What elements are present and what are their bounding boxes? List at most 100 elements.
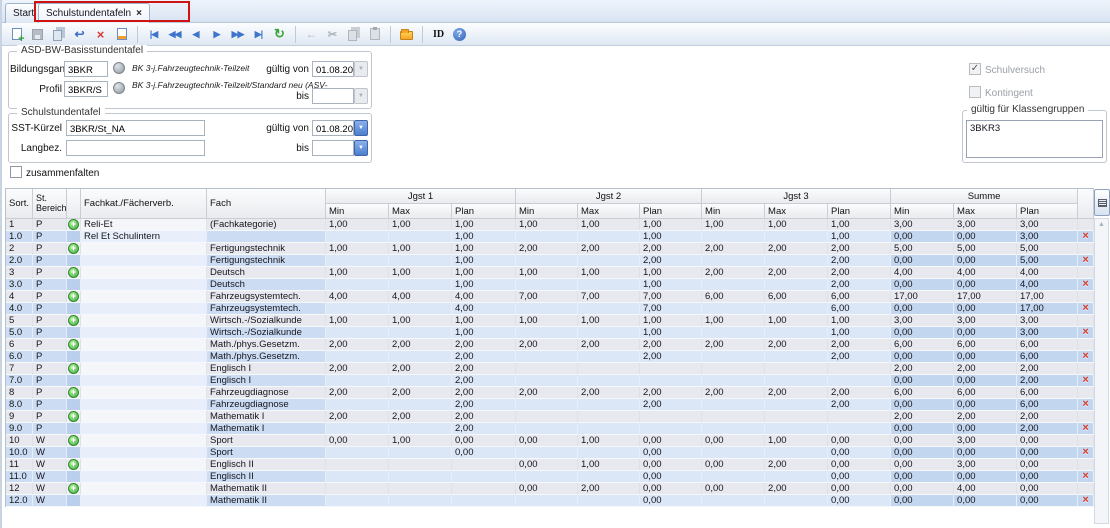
cell-value[interactable]: 2,00	[326, 411, 389, 423]
cell-sort[interactable]: 10.0	[6, 447, 33, 459]
cell-value[interactable]: 0,00	[1017, 435, 1078, 447]
cell-fachkat[interactable]	[81, 339, 207, 351]
cell-fachkat[interactable]	[81, 291, 207, 303]
cell-value[interactable]: 5,00	[954, 243, 1017, 255]
cell-value[interactable]	[702, 399, 765, 411]
cell-value[interactable]: 0,00	[891, 483, 954, 495]
refresh-button[interactable]: ↻	[269, 24, 290, 44]
cell-value[interactable]: 6,00	[954, 339, 1017, 351]
cell-value[interactable]: 2,00	[389, 363, 452, 375]
cell-value[interactable]: 1,00	[828, 231, 891, 243]
delete-row-icon[interactable]: ×	[1082, 327, 1088, 338]
cell-value[interactable]: 0,00	[954, 447, 1017, 459]
cell-value[interactable]: 0,00	[954, 255, 1017, 267]
tab-close-icon[interactable]: ×	[136, 8, 142, 19]
cell-value[interactable]: 1,00	[389, 219, 452, 231]
cell-value[interactable]	[452, 459, 516, 471]
cell-fachkat[interactable]	[81, 423, 207, 435]
cell-bereich[interactable]: W	[33, 447, 67, 459]
add-subject-icon[interactable]: +	[68, 363, 79, 374]
cell-value[interactable]	[702, 351, 765, 363]
cell-value[interactable]	[765, 423, 828, 435]
cell-fach[interactable]: Englisch I	[207, 375, 326, 387]
cell-value[interactable]	[389, 231, 452, 243]
cell-bereich[interactable]: P	[33, 291, 67, 303]
cell-value[interactable]	[702, 303, 765, 315]
cell-value[interactable]	[578, 423, 640, 435]
cell-value[interactable]: 6,00	[1017, 399, 1078, 411]
cell-value[interactable]	[828, 375, 891, 387]
tab-schulstundentafeln[interactable]: Schulstundentafeln ×	[38, 3, 150, 23]
cell-value[interactable]	[702, 279, 765, 291]
cell-fachkat[interactable]	[81, 351, 207, 363]
header-max[interactable]: Max	[765, 204, 828, 219]
cell-value[interactable]: 4,00	[326, 291, 389, 303]
cell-value[interactable]: 3,00	[1017, 327, 1078, 339]
profil-lookup-icon[interactable]	[113, 82, 125, 94]
cell-value[interactable]: 0,00	[891, 375, 954, 387]
cell-value[interactable]: 3,00	[1017, 315, 1078, 327]
last-record-button[interactable]: ▶|	[248, 24, 269, 44]
cell-value[interactable]: 0,00	[954, 423, 1017, 435]
cell-value[interactable]: 0,00	[1017, 483, 1078, 495]
cell-sort[interactable]: 4.0	[6, 303, 33, 315]
cell-bereich[interactable]: W	[33, 459, 67, 471]
cell-value[interactable]: 1,00	[640, 231, 702, 243]
cell-fachkat[interactable]	[81, 387, 207, 399]
cell-value[interactable]: 6,00	[891, 387, 954, 399]
cell-sort[interactable]: 7	[6, 363, 33, 375]
cell-value[interactable]	[326, 447, 389, 459]
cell-value[interactable]: 0,00	[891, 495, 954, 507]
cell-value[interactable]: 6,00	[828, 303, 891, 315]
cell-value[interactable]: 2,00	[452, 399, 516, 411]
cell-value[interactable]: 1,00	[389, 243, 452, 255]
cell-value[interactable]: 2,00	[452, 423, 516, 435]
cell-value[interactable]: 0,00	[702, 483, 765, 495]
cell-fachkat[interactable]	[81, 447, 207, 459]
cell-value[interactable]: 1,00	[578, 459, 640, 471]
cell-value[interactable]: 0,00	[891, 255, 954, 267]
cell-value[interactable]	[326, 327, 389, 339]
sst-kuerzel-field[interactable]	[66, 120, 205, 136]
cell-fachkat[interactable]	[81, 459, 207, 471]
save-button[interactable]	[27, 24, 48, 44]
cell-value[interactable]: 17,00	[1017, 303, 1078, 315]
cell-fach[interactable]: Mathematik II	[207, 483, 326, 495]
cell-value[interactable]: 1,00	[389, 435, 452, 447]
cell-value[interactable]: 0,00	[640, 447, 702, 459]
cell-value[interactable]: 1,00	[578, 267, 640, 279]
reports-button[interactable]	[396, 24, 417, 44]
cell-value[interactable]	[578, 279, 640, 291]
cell-value[interactable]: 1,00	[452, 231, 516, 243]
cell-fachkat[interactable]	[81, 279, 207, 291]
cell-value[interactable]: 0,00	[954, 231, 1017, 243]
cell-fachkat[interactable]	[81, 375, 207, 387]
cell-value[interactable]: 2,00	[765, 339, 828, 351]
cell-fachkat[interactable]	[81, 399, 207, 411]
cell-value[interactable]: 0,00	[640, 459, 702, 471]
cell-value[interactable]: 0,00	[954, 495, 1017, 507]
cell-value[interactable]: 2,00	[516, 339, 578, 351]
cell-value[interactable]	[578, 495, 640, 507]
cell-value[interactable]	[389, 255, 452, 267]
cell-value[interactable]: 4,00	[954, 483, 1017, 495]
cell-value[interactable]	[578, 363, 640, 375]
cell-sort[interactable]: 1.0	[6, 231, 33, 243]
cell-bereich[interactable]: W	[33, 483, 67, 495]
cell-value[interactable]: 4,00	[1017, 279, 1078, 291]
cell-value[interactable]: 1,00	[326, 219, 389, 231]
cell-value[interactable]: 0,00	[891, 399, 954, 411]
cell-value[interactable]	[326, 459, 389, 471]
cell-value[interactable]	[326, 255, 389, 267]
cell-value[interactable]: 4,00	[389, 291, 452, 303]
cell-value[interactable]: 0,00	[954, 375, 1017, 387]
cell-value[interactable]: 2,00	[891, 363, 954, 375]
cell-value[interactable]: 2,00	[702, 387, 765, 399]
cell-value[interactable]	[640, 375, 702, 387]
cell-value[interactable]: 2,00	[640, 339, 702, 351]
cell-value[interactable]: 0,00	[516, 435, 578, 447]
add-subject-icon[interactable]: +	[68, 315, 79, 326]
cell-value[interactable]: 2,00	[326, 387, 389, 399]
header-min[interactable]: Min	[891, 204, 954, 219]
cell-fach[interactable]: Wirtsch.-/Sozialkunde	[207, 327, 326, 339]
